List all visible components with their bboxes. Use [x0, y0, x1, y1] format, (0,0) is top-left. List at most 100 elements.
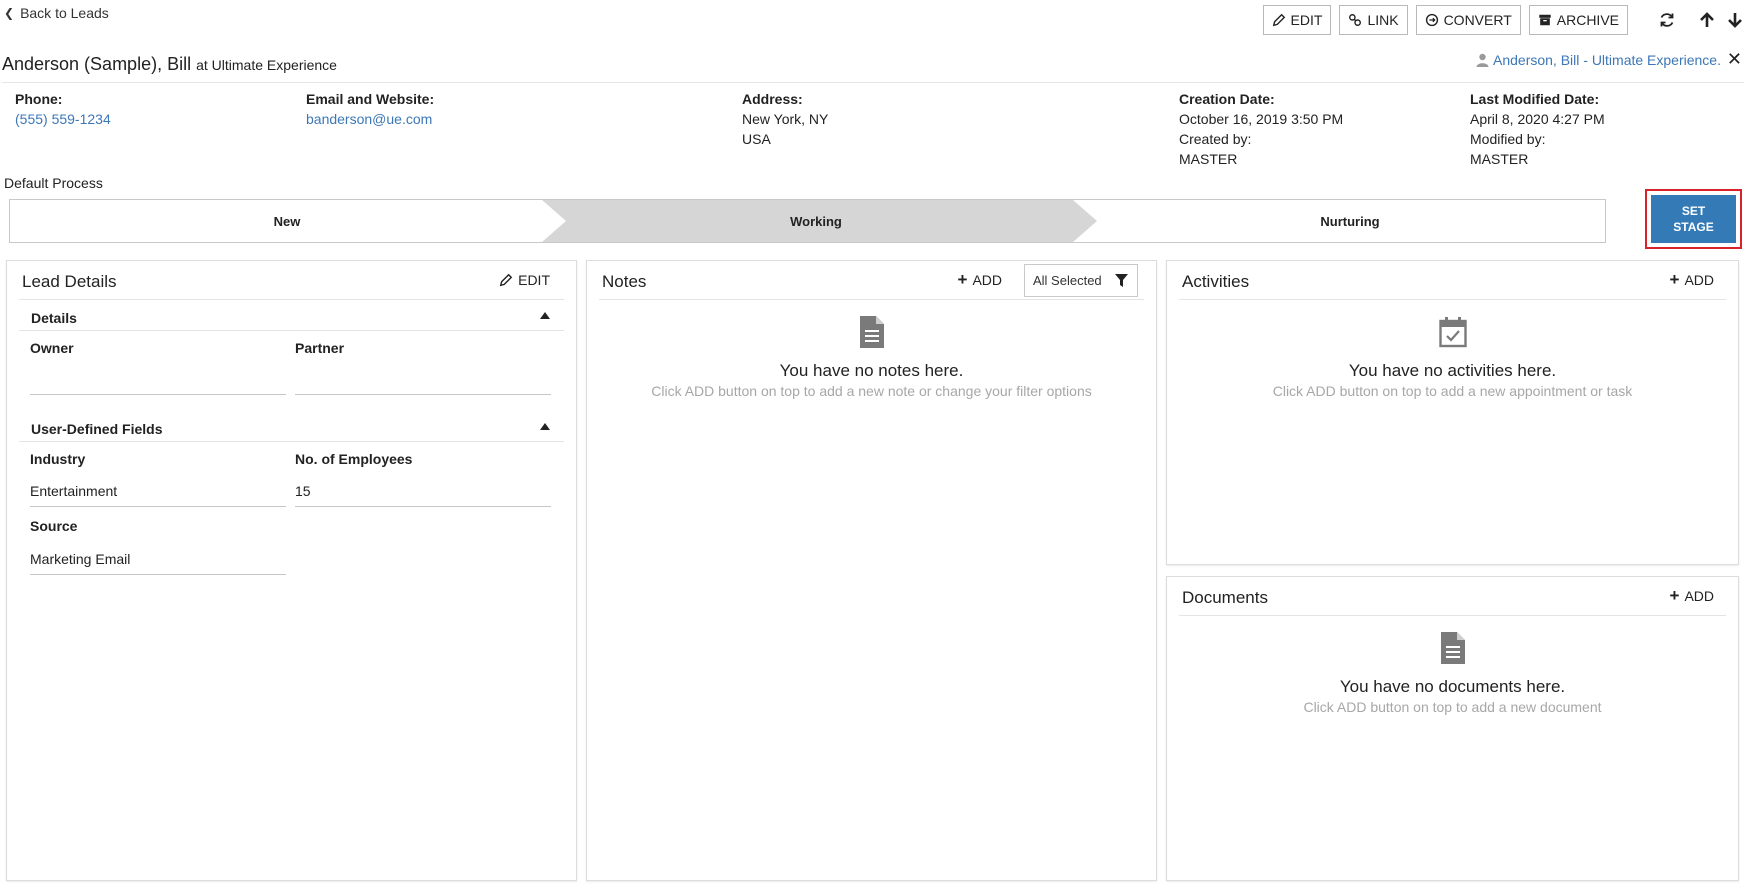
close-icon[interactable]: ✕	[1727, 49, 1742, 70]
email-label: Email and Website:	[306, 91, 435, 107]
convert-icon	[1425, 13, 1438, 27]
modified-by-value: MASTER	[1470, 151, 1529, 167]
previous-record-button[interactable]	[1694, 5, 1720, 35]
link-icon	[1349, 14, 1362, 26]
set-stage-line-2: STAGE	[1673, 220, 1714, 234]
notes-filter-select[interactable]: All Selected	[1024, 264, 1138, 297]
lead-details-header: Lead Details EDIT	[19, 261, 564, 300]
activities-title: Activities	[1182, 272, 1250, 291]
details-section-header[interactable]: Details	[19, 304, 564, 331]
next-record-button[interactable]	[1722, 5, 1748, 35]
creation-date-label: Creation Date:	[1179, 91, 1275, 107]
link-button-label: LINK	[1367, 12, 1399, 28]
notes-add-button[interactable]: + ADD	[957, 270, 1003, 289]
source-field[interactable]	[30, 574, 286, 575]
documents-add-label: ADD	[1684, 588, 1714, 604]
lead-details-edit-label: EDIT	[518, 272, 550, 288]
created-by-value: MASTER	[1179, 151, 1238, 167]
documents-panel: Documents + ADD You have no documents he…	[1166, 576, 1739, 881]
documents-header: Documents + ADD	[1179, 577, 1726, 616]
convert-button-label: CONVERT	[1443, 12, 1512, 28]
address-label: Address:	[742, 91, 803, 107]
activities-add-button[interactable]: + ADD	[1669, 270, 1715, 289]
modified-date-value: April 8, 2020 4:27 PM	[1470, 111, 1605, 127]
udf-section-header[interactable]: User-Defined Fields	[19, 415, 564, 442]
industry-field[interactable]	[30, 506, 286, 507]
lead-details-panel: Lead Details EDIT Details Owner Partner …	[6, 260, 577, 881]
lead-company: at Ultimate Experience	[196, 57, 337, 73]
address-info: Address: New York, NY USA	[742, 89, 828, 149]
lead-details-edit-button[interactable]: EDIT	[499, 272, 550, 288]
filter-icon	[1115, 274, 1128, 287]
email-value-link[interactable]: banderson@ue.com	[306, 109, 434, 129]
modified-info: Last Modified Date: April 8, 2020 4:27 P…	[1470, 89, 1605, 169]
header-divider	[2, 82, 1744, 83]
chevron-left-icon: ❮	[4, 6, 15, 20]
back-to-leads-label: Back to Leads	[20, 5, 109, 21]
stage-new-label: New	[274, 214, 302, 229]
source-value: Marketing Email	[30, 551, 131, 567]
lead-details-title: Lead Details	[22, 272, 117, 291]
address-line-2: USA	[742, 131, 771, 147]
phone-label: Phone:	[15, 91, 63, 107]
arrow-up-icon	[1700, 12, 1714, 27]
back-to-leads-link[interactable]: ❮ Back to Leads	[4, 5, 109, 21]
plus-icon: +	[1669, 586, 1680, 605]
record-toolbar: EDIT LINK CONVERT ARCHIVE	[1262, 5, 1748, 35]
process-name: Default Process	[4, 175, 103, 191]
employees-label: No. of Employees	[295, 451, 413, 467]
related-contact-link[interactable]: Anderson, Bill - Ultimate Experience.	[1476, 52, 1721, 68]
collapse-triangle-icon[interactable]	[540, 312, 550, 319]
employees-value: 15	[295, 483, 311, 499]
notes-empty-title: You have no notes here.	[779, 361, 964, 380]
notes-empty-subtitle: Click ADD button on top to add a new not…	[651, 383, 1092, 399]
pencil-icon	[1272, 13, 1285, 27]
pencil-icon	[499, 273, 513, 287]
archive-button[interactable]: ARCHIVE	[1528, 5, 1628, 35]
plus-icon: +	[957, 270, 968, 289]
activities-empty-title: You have no activities here.	[1348, 361, 1557, 380]
archive-icon	[1539, 14, 1551, 26]
set-stage-button[interactable]: SET STAGE	[1651, 195, 1736, 243]
stage-working-label: Working	[790, 214, 842, 229]
stage-nurturing-label: Nurturing	[1320, 214, 1379, 229]
notes-title: Notes	[602, 272, 647, 291]
edit-button[interactable]: EDIT	[1262, 5, 1332, 35]
notes-add-label: ADD	[972, 272, 1002, 288]
plus-icon: +	[1669, 270, 1680, 289]
edit-button-label: EDIT	[1290, 12, 1323, 28]
source-label: Source	[30, 518, 78, 534]
activities-panel: Activities + ADD You have no activities …	[1166, 260, 1739, 565]
calendar-check-icon	[1439, 317, 1467, 348]
set-stage-highlight: SET STAGE	[1645, 189, 1742, 249]
related-contact-label: Anderson, Bill - Ultimate Experience.	[1493, 52, 1721, 68]
lead-name: Anderson (Sample), Bill	[2, 54, 192, 74]
documents-add-button[interactable]: + ADD	[1669, 586, 1715, 605]
activities-add-label: ADD	[1684, 272, 1714, 288]
documents-empty-title: You have no documents here.	[1339, 677, 1566, 696]
archive-button-label: ARCHIVE	[1556, 12, 1619, 28]
documents-title: Documents	[1182, 588, 1268, 607]
activities-empty-subtitle: Click ADD button on top to add a new app…	[1272, 383, 1633, 399]
industry-value: Entertainment	[30, 483, 118, 499]
convert-button[interactable]: CONVERT	[1415, 5, 1521, 35]
created-by-label: Created by:	[1179, 131, 1252, 147]
owner-field[interactable]	[30, 394, 286, 395]
address-line-1: New York, NY	[742, 111, 829, 127]
partner-label: Partner	[295, 340, 345, 356]
partner-field[interactable]	[295, 394, 551, 395]
stage-bar: New Working Nurturing	[9, 199, 1606, 243]
email-info: Email and Website: banderson@ue.com	[306, 89, 434, 129]
notes-panel: Notes + ADD All Selected You have no not…	[586, 260, 1157, 881]
documents-empty-subtitle: Click ADD button on top to add a new doc…	[1303, 699, 1602, 715]
collapse-triangle-icon[interactable]	[540, 423, 550, 430]
creation-info: Creation Date: October 16, 2019 3:50 PM …	[1179, 89, 1343, 169]
employees-field[interactable]	[295, 506, 551, 507]
modified-by-label: Modified by:	[1470, 131, 1546, 147]
phone-value-link[interactable]: (555) 559-1234	[15, 109, 111, 129]
document-icon	[1441, 632, 1465, 664]
refresh-button[interactable]	[1654, 5, 1680, 35]
link-button[interactable]: LINK	[1339, 5, 1408, 35]
udf-section-title: User-Defined Fields	[31, 421, 163, 437]
set-stage-line-1: SET	[1681, 204, 1706, 218]
